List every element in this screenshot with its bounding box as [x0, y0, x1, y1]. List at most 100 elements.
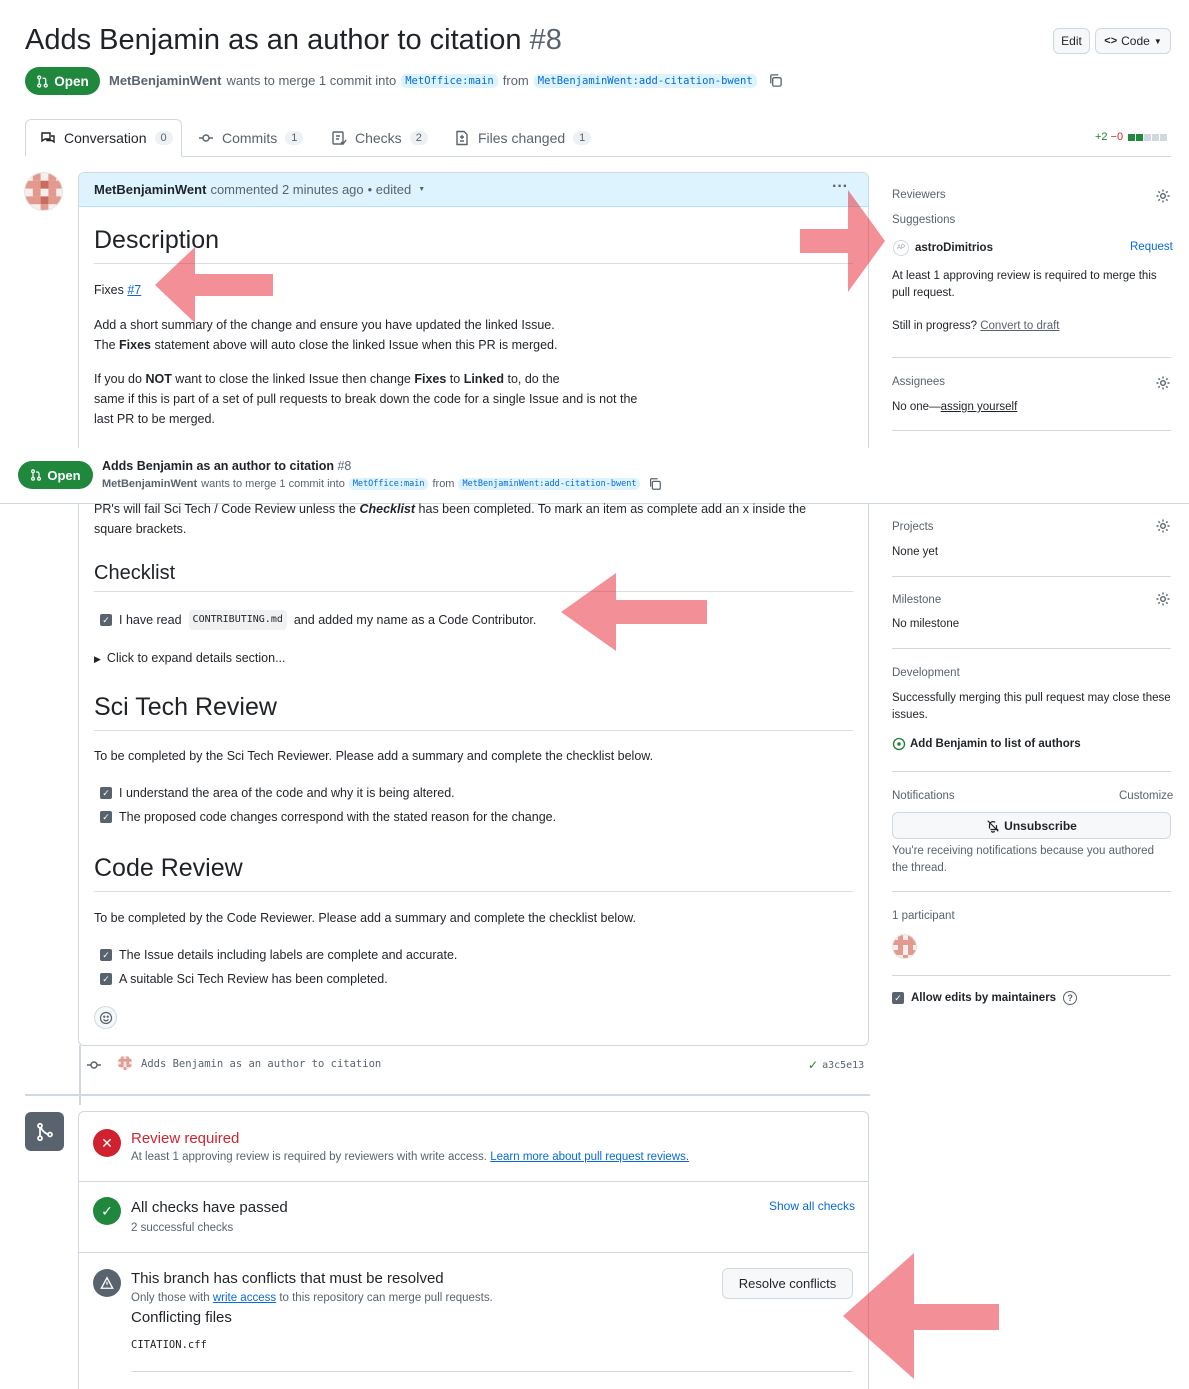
- linked-issue[interactable]: Add Benjamin to list of authors: [892, 737, 1081, 751]
- base-branch[interactable]: MetOffice:main: [401, 73, 498, 88]
- reviewer-avatar: AP: [893, 240, 909, 256]
- checkbox-checked-icon[interactable]: ✓: [100, 811, 112, 823]
- sci-tech-heading: Sci Tech Review: [94, 693, 277, 721]
- show-all-checks-link[interactable]: Show all checks: [769, 1199, 855, 1213]
- commit-icon: [87, 1061, 101, 1069]
- checkbox-checked-icon[interactable]: ✓: [100, 949, 112, 961]
- customize-link[interactable]: Customize: [1119, 790, 1173, 802]
- pull-request-icon: [31, 469, 42, 481]
- sidebar-divider: [892, 975, 1171, 976]
- description-heading: Description: [94, 226, 220, 254]
- suggestions-label: Suggestions: [892, 214, 956, 226]
- check-icon: ✓: [808, 1058, 819, 1072]
- identicon-icon: [25, 173, 62, 210]
- sidebar-divider: [892, 430, 1171, 431]
- tab-files-changed[interactable]: Files changed 1: [454, 119, 592, 157]
- sticky-header: Open Adds Benjamin as an author to citat…: [0, 448, 1189, 504]
- tab-conversation[interactable]: Conversation 0: [40, 119, 173, 157]
- checklist-heading: Checklist: [94, 562, 176, 584]
- reviewers-title: Reviewers: [892, 189, 946, 201]
- resolve-conflicts-button[interactable]: Resolve conflicts: [722, 1268, 853, 1299]
- checklist-icon: [332, 131, 347, 146]
- copy-icon[interactable]: [648, 477, 662, 491]
- heading-divider: [94, 263, 853, 264]
- conflict-icon: [93, 1269, 121, 1297]
- development-title: Development: [892, 667, 960, 679]
- commit-sha[interactable]: a3c5e13: [822, 1060, 864, 1071]
- request-review-button[interactable]: Request: [1130, 241, 1173, 253]
- checklist-item: ✓ I understand the area of the code and w…: [100, 783, 455, 803]
- comment-header: MetBenjaminWent commented 2 minutes ago …: [79, 173, 868, 207]
- reviewer-name[interactable]: astroDimitrios: [915, 242, 993, 254]
- assignees-title: Assignees: [892, 376, 946, 388]
- merge-box-divider: [131, 1371, 853, 1372]
- sidebar-divider: [892, 576, 1171, 577]
- edited-dropdown[interactable]: • edited: [368, 182, 412, 197]
- checks-passed-icon: ✓: [93, 1197, 121, 1225]
- learn-more-link[interactable]: Learn more about pull request reviews.: [490, 1151, 689, 1163]
- add-reaction-button[interactable]: [94, 1006, 117, 1029]
- code-review-intro: To be completed by the Code Reviewer. Pl…: [94, 911, 636, 925]
- conflicting-files-heading: Conflicting files: [131, 1309, 232, 1326]
- projects-value: None yet: [892, 546, 939, 558]
- assignees-gear-icon[interactable]: [1155, 375, 1171, 391]
- description-paragraph-3: PR's will fail Sci Tech / Code Review un…: [94, 502, 807, 536]
- code-icon: <>: [1104, 35, 1118, 47]
- merge-summary: MetBenjaminWent wants to merge 1 commit …: [109, 73, 783, 88]
- sidebar-divider: [892, 771, 1171, 772]
- page-title: Adds Benjamin as an author to citation #…: [25, 24, 562, 57]
- unsubscribe-button[interactable]: Unsubscribe: [892, 812, 1171, 839]
- notifications-title: Notifications: [892, 790, 955, 802]
- development-note: Successfully merging this pull request m…: [892, 692, 1171, 721]
- identicon-icon: [118, 1056, 132, 1070]
- issue-opened-icon: [892, 737, 906, 751]
- approving-note: At least 1 approving review is required …: [892, 270, 1157, 299]
- conflict-title: This branch has conflicts that must be r…: [131, 1270, 444, 1287]
- sticky-merge-summary: MetBenjaminWent wants to merge 1 commit …: [102, 477, 662, 491]
- checkbox-checked-icon[interactable]: ✓: [100, 973, 112, 985]
- conflicting-file: CITATION.cff: [131, 1339, 207, 1351]
- milestone-value: No milestone: [892, 618, 960, 630]
- reviewers-gear-icon[interactable]: [1155, 188, 1171, 204]
- projects-gear-icon[interactable]: [1155, 518, 1171, 534]
- issue-link[interactable]: #7: [127, 283, 141, 297]
- review-required-icon: ✕: [93, 1129, 121, 1157]
- identicon-icon: [893, 935, 916, 958]
- projects-title: Projects: [892, 521, 934, 533]
- code-button[interactable]: <> Code ▼: [1095, 28, 1171, 54]
- assign-yourself-link[interactable]: assign yourself: [941, 401, 1018, 413]
- comment-discussion-icon: [41, 132, 55, 144]
- alert-icon: [100, 1276, 114, 1289]
- edit-button[interactable]: Edit: [1053, 28, 1090, 54]
- details-summary[interactable]: ▶ Click to expand details section...: [94, 648, 286, 669]
- checklist-item: ✓ A suitable Sci Tech Review has been com…: [100, 969, 388, 989]
- participant-avatar[interactable]: [892, 934, 917, 959]
- convert-to-draft-link[interactable]: Convert to draft: [980, 320, 1059, 332]
- checkbox-checked-icon[interactable]: ✓: [100, 787, 112, 799]
- copy-icon[interactable]: [768, 73, 783, 88]
- question-icon[interactable]: ?: [1063, 991, 1078, 1005]
- pr-author[interactable]: MetBenjaminWent: [109, 73, 221, 88]
- checks-title: All checks have passed: [131, 1199, 288, 1216]
- milestone-gear-icon[interactable]: [1155, 591, 1171, 607]
- head-branch[interactable]: MetBenjaminWent:add-citation-bwent: [533, 73, 757, 88]
- checkbox-checked-icon[interactable]: ✓: [892, 992, 904, 1004]
- pr-number: #8: [529, 24, 562, 56]
- caret-down-icon: ▼: [418, 186, 426, 193]
- review-required-text: At least 1 approving review is required …: [131, 1151, 690, 1163]
- comment-menu-button[interactable]: ···: [832, 178, 848, 196]
- review-required-title: Review required: [131, 1130, 240, 1147]
- heading-divider: [94, 591, 853, 592]
- commit-message[interactable]: Adds Benjamin as an author to citation: [141, 1058, 381, 1070]
- tab-commits[interactable]: Commits 1: [198, 119, 304, 157]
- avatar[interactable]: [24, 172, 63, 211]
- merge-box-divider: [79, 1181, 868, 1182]
- allow-edits-line: ✓ Allow edits by maintainers ?: [892, 991, 1078, 1005]
- tab-checks[interactable]: Checks 2: [331, 119, 428, 157]
- triangle-right-icon: ▶: [94, 654, 101, 664]
- checkbox-checked-icon[interactable]: ✓: [100, 614, 112, 626]
- write-access-link[interactable]: write access: [213, 1292, 276, 1304]
- comment-author[interactable]: MetBenjaminWent: [94, 182, 206, 197]
- sci-tech-intro: To be completed by the Sci Tech Reviewer…: [94, 749, 654, 763]
- heading-divider: [94, 891, 853, 892]
